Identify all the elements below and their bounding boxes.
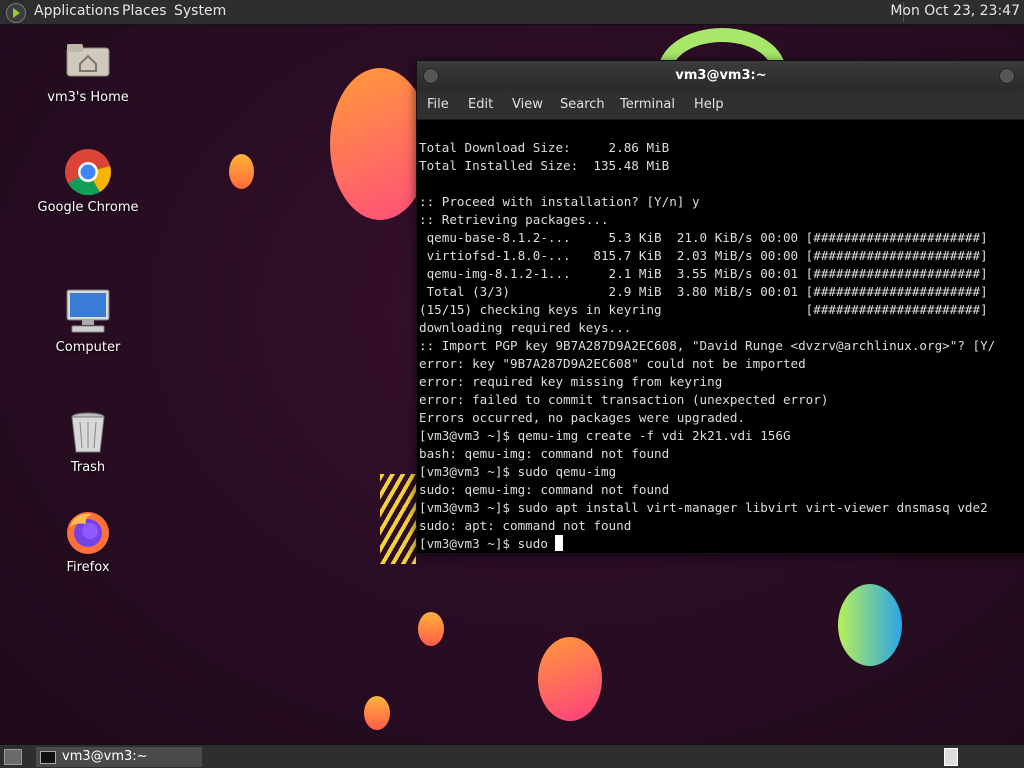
terminal-line: Total Download Size: 2.86 MiB <box>419 140 670 155</box>
desktop-icon-trash[interactable]: Trash <box>28 408 148 475</box>
desktop-icon-label: Firefox <box>66 560 110 575</box>
terminal-icon <box>40 751 56 764</box>
terminal-line: sudo: qemu-img: command not found <box>419 482 670 497</box>
terminal-line: bash: qemu-img: command not found <box>419 446 670 461</box>
bottom-panel: vm3@vm3:~ <box>0 744 1024 768</box>
terminal-line: [vm3@vm3 ~]$ qemu-img create -f vdi 2k21… <box>419 428 791 443</box>
desktop-icon-chrome[interactable]: Google Chrome <box>28 148 148 215</box>
trash-icon <box>64 408 112 456</box>
menu-file[interactable]: File <box>427 97 449 112</box>
decor-orange-small <box>229 154 254 189</box>
menu-search[interactable]: Search <box>560 97 605 112</box>
terminal-line: Total (3/3) 2.9 MiB 3.80 MiB/s 00:01 [##… <box>426 284 988 299</box>
decor-yellow-stripes <box>380 474 416 564</box>
terminal-text: Total Download Size: 2.86 MiB Total Inst… <box>419 139 995 553</box>
taskbar-terminal-button[interactable]: vm3@vm3:~ <box>36 747 202 767</box>
menu-help[interactable]: Help <box>694 97 724 112</box>
terminal-line: [vm3@vm3 ~]$ sudo qemu-img <box>419 464 617 479</box>
decor-orange-ellipse <box>330 68 430 220</box>
terminal-output[interactable]: Total Download Size: 2.86 MiB Total Inst… <box>417 120 1024 553</box>
home-folder-icon <box>64 38 112 86</box>
terminal-line: :: Proceed with installation? [Y/n] y <box>419 194 700 209</box>
decor-orange-pink-ellipse <box>538 637 602 721</box>
desktop-icon-computer[interactable]: Computer <box>28 288 148 355</box>
desktop-icon-firefox[interactable]: Firefox <box>28 508 148 575</box>
terminal-prompt: [vm3@vm3 ~]$ sudo <box>419 536 556 551</box>
terminal-line: :: Import PGP key 9B7A287D9A2EC608, "Dav… <box>419 338 996 353</box>
terminal-line: Total Installed Size: 135.48 MiB <box>419 158 670 173</box>
desktop-icon-label: Trash <box>70 460 106 475</box>
places-menu[interactable]: Places <box>122 3 167 19</box>
desktop-icon-label: Computer <box>55 340 121 355</box>
terminal-line: qemu-img-8.1.2-1... 2.1 MiB 3.55 MiB/s 0… <box>426 266 988 281</box>
taskbar-window-label: vm3@vm3:~ <box>62 749 148 764</box>
text-cursor <box>555 535 564 551</box>
menu-terminal[interactable]: Terminal <box>620 97 675 112</box>
terminal-line: downloading required keys... <box>419 320 632 335</box>
desktop-icon-label: Google Chrome <box>37 200 139 215</box>
terminal-line: :: Retrieving packages... <box>419 212 609 227</box>
terminal-line: Errors occurred, no packages were upgrad… <box>419 410 746 425</box>
menu-view[interactable]: View <box>512 97 543 112</box>
menu-edit[interactable]: Edit <box>468 97 493 112</box>
terminal-line: error: failed to commit transaction (une… <box>419 392 829 407</box>
terminal-line: virtiofsd-1.8.0-... 815.7 KiB 2.03 MiB/s… <box>426 248 988 263</box>
computer-icon <box>64 288 112 336</box>
terminal-line: qemu-base-8.1.2-... 5.3 KiB 21.0 KiB/s 0… <box>426 230 988 245</box>
decor-orange-dot-2 <box>364 696 390 730</box>
terminal-window[interactable]: vm3@vm3:~ File Edit View Search Terminal… <box>416 60 1024 554</box>
chrome-icon <box>64 148 112 196</box>
terminal-titlebar[interactable]: vm3@vm3:~ <box>417 61 1024 91</box>
terminal-line: sudo: apt: command not found <box>419 518 632 533</box>
terminal-line: (15/15) checking keys in keyring [######… <box>419 302 988 317</box>
gnome-foot-icon[interactable] <box>6 3 26 23</box>
terminal-menubar: File Edit View Search Terminal Help <box>417 91 1024 120</box>
applications-menu[interactable]: Applications <box>34 3 120 19</box>
terminal-line: [vm3@vm3 ~]$ sudo apt install virt-manag… <box>419 500 988 515</box>
workspace-switcher[interactable] <box>944 748 958 766</box>
desktop-icon-home[interactable]: vm3's Home <box>28 38 148 105</box>
decor-blue-green-ellipse <box>838 584 902 666</box>
firefox-icon <box>64 508 112 556</box>
system-menu[interactable]: System <box>174 3 226 19</box>
terminal-line: error: key "9B7A287D9A2EC608" could not … <box>419 356 806 371</box>
clock[interactable]: Mon Oct 23, 23:47 <box>890 3 1020 19</box>
top-panel: Applications Places System Mon Oct 23, 2… <box>0 0 1024 25</box>
decor-orange-dot-1 <box>418 612 444 646</box>
close-icon[interactable] <box>999 68 1015 84</box>
desktop-icon-label: vm3's Home <box>47 90 129 105</box>
terminal-lines: Total Download Size: 2.86 MiB Total Inst… <box>419 140 995 533</box>
terminal-line: error: required key missing from keyring <box>419 374 723 389</box>
show-desktop-icon[interactable] <box>4 749 22 765</box>
terminal-title: vm3@vm3:~ <box>675 68 767 83</box>
window-menu-icon[interactable] <box>423 68 439 84</box>
